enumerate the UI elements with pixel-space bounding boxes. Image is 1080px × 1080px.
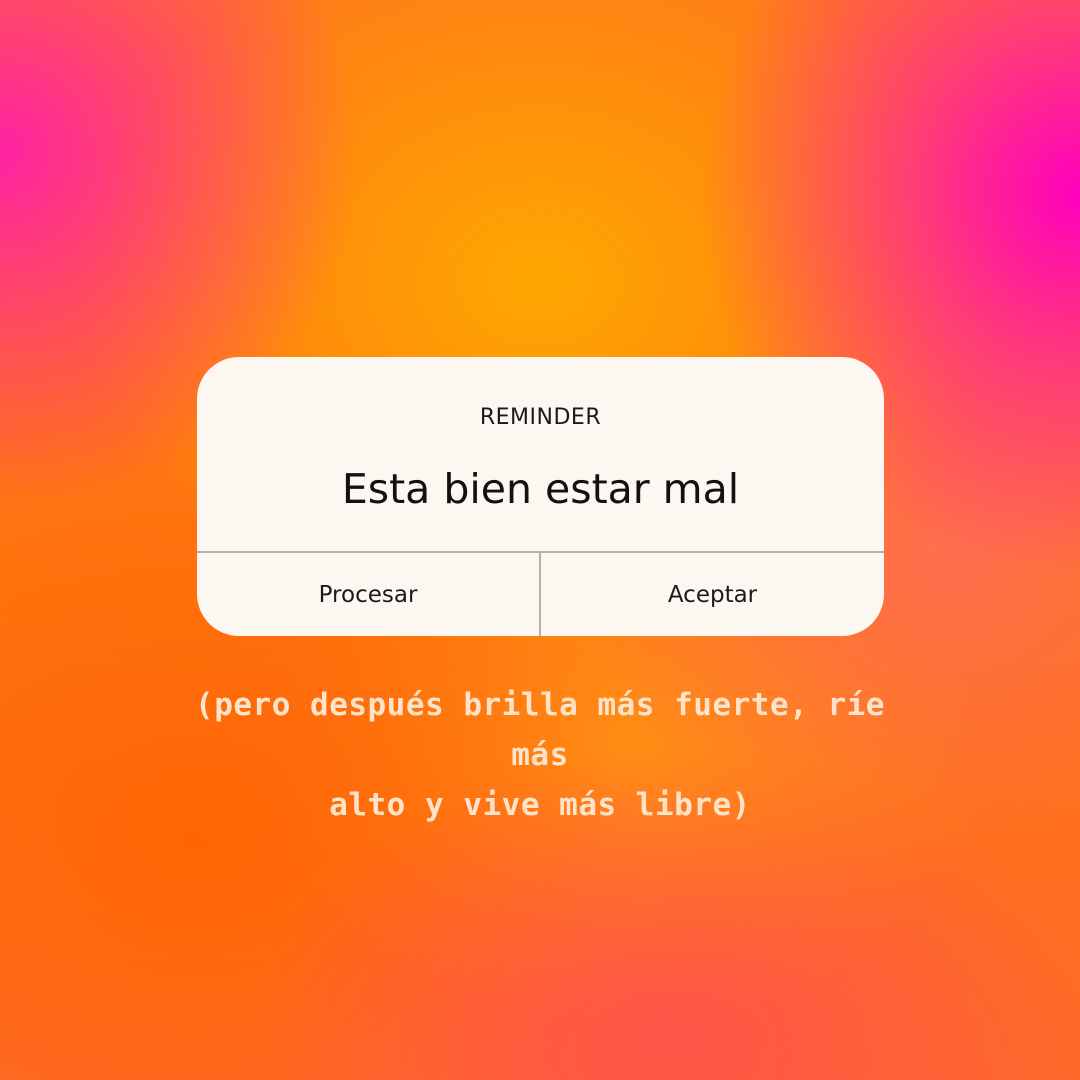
dialog-message: Esta bien estar mal xyxy=(341,465,740,513)
procesar-button[interactable]: Procesar xyxy=(197,553,539,636)
reminder-dialog: REMINDER Esta bien estar mal Procesar Ac… xyxy=(197,357,884,636)
caption-line-2: alto y vive más libre) xyxy=(329,787,751,823)
caption-line-1: (pero después brilla más fuerte, ríe más xyxy=(195,687,885,773)
dialog-label: REMINDER xyxy=(479,405,602,430)
caption-text: (pero después brilla más fuerte, ríe más… xyxy=(170,680,910,830)
aceptar-button[interactable]: Aceptar xyxy=(541,553,884,636)
